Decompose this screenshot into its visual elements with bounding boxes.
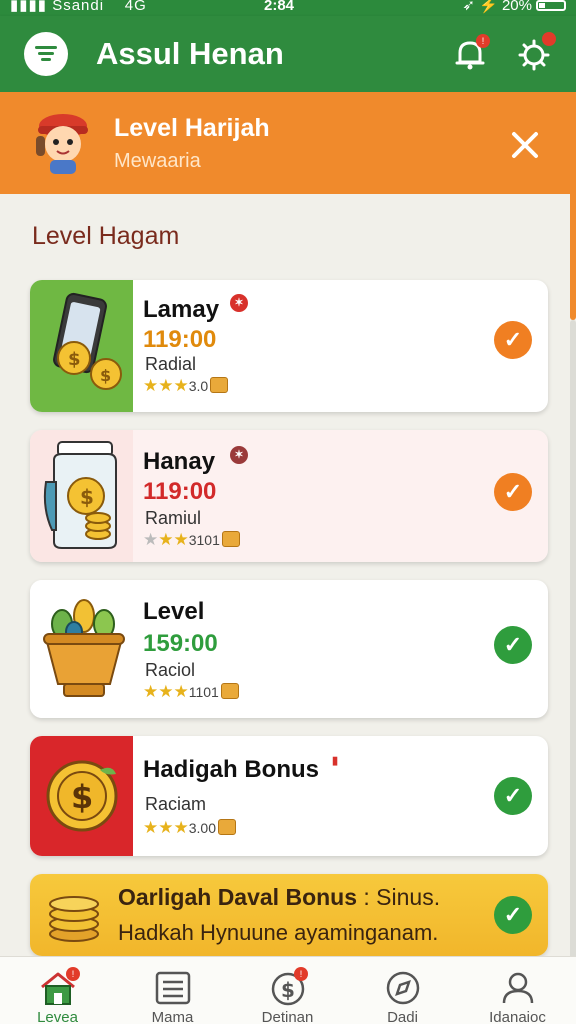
app-header: Assul Henan !	[0, 16, 576, 92]
list-icon	[155, 971, 191, 1005]
level-label: Ramiul	[145, 508, 202, 528]
nav-item-dollar[interactable]: $ ! Detinan	[230, 957, 345, 1024]
level-label: Raciol	[145, 660, 196, 680]
compass-icon	[386, 971, 420, 1005]
status-time: 2:84	[264, 0, 295, 14]
bonus-title: Oarligah Daval Bonus : Sinus.	[118, 884, 441, 910]
coin-icon	[217, 819, 236, 835]
check-icon: ✓	[494, 777, 532, 815]
settings-button[interactable]	[516, 32, 556, 76]
star-badge-icon: ✶	[230, 294, 248, 312]
coin-stack-icon	[49, 896, 99, 942]
level-banner: Level Harijah Mewaaria	[0, 92, 576, 194]
nav-label: Levea	[37, 1009, 78, 1024]
svg-text:$: $	[80, 485, 94, 509]
level-card[interactable]: $ Hanay ✶ 119:00 Ramiul ★★★3101 ✓	[30, 430, 548, 562]
level-label: Radial	[145, 354, 197, 374]
banner-subtitle: Mewaaria	[114, 150, 201, 172]
basket-icon	[43, 599, 125, 697]
nav-item-list[interactable]: Mama	[115, 957, 230, 1024]
card-thumbnail: $ $	[30, 280, 133, 412]
coin-icon	[210, 377, 229, 393]
coin-icon	[220, 683, 239, 699]
nav-badge: !	[66, 967, 80, 981]
level-title: Hanay	[143, 448, 216, 475]
card-thumbnail	[30, 580, 133, 718]
menu-button[interactable]	[24, 32, 68, 76]
bonus-subtitle: Hadkah Hynuune ayaminganam.	[118, 920, 439, 945]
check-icon: ✓	[494, 896, 532, 934]
svg-text:$: $	[68, 349, 81, 370]
level-amount: 119:00	[143, 478, 217, 505]
section-title: Level Hagam	[32, 222, 180, 250]
fire-icon: ▮	[331, 755, 339, 767]
level-card[interactable]: Level 159:00 Raciol ★★★1101 ✓	[30, 580, 548, 718]
nav-label: Detinan	[261, 1009, 314, 1024]
nav-label: Mama	[151, 1009, 194, 1024]
level-label: Raciam	[145, 794, 207, 814]
menu-icon	[35, 46, 57, 61]
level-title: Lamay	[143, 296, 220, 323]
rating-row: ★★★3.0	[143, 376, 229, 396]
close-icon[interactable]	[508, 128, 542, 162]
nav-item-profile[interactable]: Idanaioc	[460, 957, 575, 1024]
phone-coins-icon: $ $	[53, 292, 122, 390]
banner-title: Level Harijah	[114, 114, 270, 142]
nav-item-home[interactable]: ! Levea	[0, 957, 115, 1024]
settings-badge	[542, 32, 556, 46]
star-badge-icon: ✶	[230, 446, 248, 464]
level-amount: 159:00	[143, 630, 218, 657]
nav-item-compass[interactable]: Dadi	[345, 957, 460, 1024]
notifications-button[interactable]: !	[452, 34, 492, 76]
nav-label: Dadi	[387, 1009, 418, 1024]
notification-badge: !	[476, 34, 490, 48]
check-icon: ✓	[494, 626, 532, 664]
rating-row: ★★★3101	[143, 530, 240, 550]
level-card[interactable]: $ Hadigah Bonus ▮ Raciam ★★★3.00 ✓	[30, 736, 548, 856]
battery-icon	[536, 0, 566, 11]
card-thumbnail: $	[30, 736, 133, 856]
coin-icon	[221, 531, 240, 547]
gold-coin-icon: $	[46, 760, 118, 832]
status-right: ➶ ⚡ 20%	[462, 0, 566, 13]
mascot-icon	[36, 114, 88, 174]
svg-text:$: $	[71, 778, 93, 816]
check-icon: ✓	[494, 473, 532, 511]
check-icon: ✓	[494, 321, 532, 359]
level-amount: 119:00	[143, 326, 217, 353]
level-title: Hadigah Bonus	[143, 756, 320, 783]
level-title: Level	[143, 598, 205, 625]
status-bar: ▮▮▮▮ Ssandi 4G 2:84 ➶ ⚡ 20%	[0, 0, 576, 16]
nav-badge: !	[294, 967, 308, 981]
rating-row: ★★★1101	[143, 682, 239, 702]
carrier-signal: ▮▮▮▮ Ssandi 4G	[10, 0, 147, 14]
user-icon	[502, 972, 534, 1004]
level-card[interactable]: $ $ Lamay ✶ 119:00 Radial ★★★3.0 ✓	[30, 280, 548, 412]
rating-row: ★★★3.00	[143, 818, 236, 838]
bottom-nav: ! Levea Mama $ ! Detinan Dadi Idanaioc	[0, 956, 576, 1024]
nav-label: Idanaioc	[489, 1009, 546, 1024]
jar-coins-icon: $	[43, 441, 117, 549]
card-thumbnail: $	[30, 430, 133, 562]
svg-text:$: $	[281, 978, 295, 1002]
app-title: Assul Henan	[96, 36, 284, 71]
svg-text:$: $	[100, 366, 111, 385]
bonus-card[interactable]: Oarligah Daval Bonus : Sinus. Hadkah Hyn…	[30, 874, 548, 956]
scrollbar-thumb[interactable]	[570, 172, 576, 320]
scrollbar-track[interactable]	[570, 320, 576, 960]
